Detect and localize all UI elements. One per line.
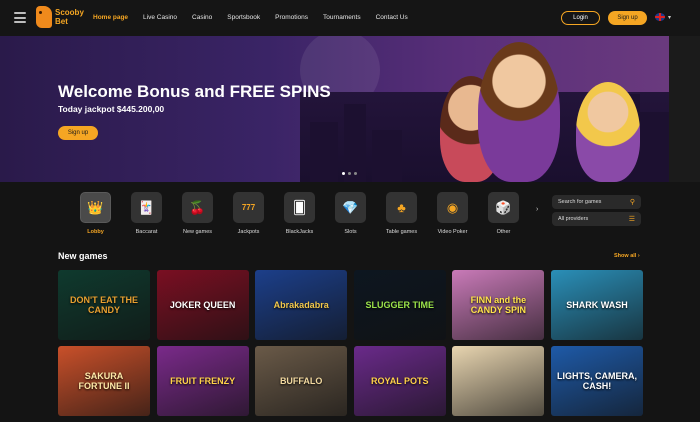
club-icon: ♣: [386, 192, 417, 223]
language-selector[interactable]: ▾: [655, 13, 671, 21]
game-tile[interactable]: SLUGGER TIME: [353, 270, 446, 340]
main-nav: Home page Live Casino Casino Sportsbook …: [93, 14, 423, 21]
game-tile[interactable]: SHARK WASH: [550, 270, 643, 340]
show-all-link[interactable]: Show all ›: [614, 253, 640, 259]
dice-icon: 🎲: [488, 192, 519, 223]
game-title: JOKER QUEEN: [169, 300, 236, 310]
game-tile[interactable]: LIGHTS, CAMERA, CASH!: [550, 346, 643, 416]
section-title: New games: [58, 251, 108, 261]
top-header: Scooby Bet Home page Live Casino Casino …: [0, 0, 700, 36]
games-grid: DON'T EAT THE CANDY JOKER QUEEN Abrakadabr…: [58, 270, 648, 422]
nav-sportsbook[interactable]: Sportsbook: [227, 14, 260, 21]
game-title: SHARK WASH: [566, 300, 628, 310]
game-tile[interactable]: SAKURA FORTUNE II: [58, 346, 150, 416]
providers-select[interactable]: All providers ☰: [552, 212, 641, 226]
game-tile[interactable]: [452, 346, 545, 416]
login-button[interactable]: Login: [561, 11, 600, 25]
hero-jackpot: Today jackpot $445.200,00: [58, 104, 165, 114]
category-jackpots[interactable]: 777 Jackpots: [223, 192, 274, 235]
cherries-icon: 🍒: [182, 192, 213, 223]
game-title: SLUGGER TIME: [365, 300, 435, 310]
logo-text-1: Scooby: [55, 8, 84, 17]
character-man-center: [478, 42, 560, 182]
nav-casino[interactable]: Casino: [192, 14, 212, 21]
slot-777-icon: 777: [233, 192, 264, 223]
crown-icon: 👑: [80, 192, 111, 223]
chip-icon: ◉: [437, 192, 468, 223]
game-title: DON'T EAT THE CANDY: [70, 295, 138, 315]
hero-signup-button[interactable]: Sign up: [58, 126, 98, 140]
category-baccarat[interactable]: 🃏 Baccarat: [121, 192, 172, 235]
chevron-down-icon: ▾: [668, 14, 672, 21]
page-scrollbar[interactable]: [669, 36, 700, 182]
categories-next-arrow[interactable]: ›: [536, 206, 538, 213]
game-tile[interactable]: JOKER QUEEN: [156, 270, 249, 340]
game-tile[interactable]: FINN and the CANDY SPIN: [452, 270, 545, 340]
uk-flag-icon: [655, 13, 665, 21]
game-title: FRUIT FRENZY: [170, 376, 236, 386]
nav-live-casino[interactable]: Live Casino: [143, 14, 177, 21]
game-tile[interactable]: Abrakadabra: [255, 270, 348, 340]
game-title: ROYAL POTS: [371, 376, 429, 386]
nav-promotions[interactable]: Promotions: [275, 14, 308, 21]
game-tile[interactable]: BUFFALO: [255, 346, 348, 416]
menu-icon[interactable]: [14, 12, 26, 23]
category-lobby[interactable]: 👑 Lobby: [70, 192, 121, 235]
nav-home[interactable]: Home page: [93, 14, 128, 21]
game-title: BUFFALO: [279, 376, 323, 386]
nav-tournaments[interactable]: Tournaments: [323, 14, 361, 21]
carousel-dots[interactable]: [342, 172, 360, 175]
category-video-poker[interactable]: ◉ Video Poker: [427, 192, 478, 235]
diamond-icon: 💎: [335, 192, 366, 223]
category-blackjacks[interactable]: 🂠 BlackJacks: [274, 192, 325, 235]
logo-text-2: Bet: [55, 17, 68, 26]
dog-logo-icon: [36, 6, 52, 28]
category-slots[interactable]: 💎 Slots: [325, 192, 376, 235]
game-title: FINN and the CANDY SPIN: [470, 295, 527, 315]
category-other[interactable]: 🎲 Other: [478, 192, 529, 235]
category-table-games[interactable]: ♣ Table games: [376, 192, 427, 235]
search-input[interactable]: Search for games ⚲: [552, 195, 641, 209]
logo[interactable]: Scooby Bet: [36, 6, 84, 28]
game-tile[interactable]: FRUIT FRENZY: [156, 346, 249, 416]
carousel-dot[interactable]: [342, 172, 345, 175]
category-new-games[interactable]: 🍒 New games: [172, 192, 223, 235]
category-bar: 👑 Lobby 🃏 Baccarat 🍒 New games 777 Jackpots …: [70, 192, 529, 235]
search-icon: ⚲: [629, 199, 635, 206]
game-title: LIGHTS, CAMERA, CASH!: [556, 371, 637, 391]
signup-button[interactable]: Sign up: [608, 11, 647, 25]
playing-cards-icon: 🂠: [284, 192, 315, 223]
hero-title: Welcome Bonus and FREE SPINS: [58, 82, 331, 101]
character-woman-right: [576, 82, 640, 182]
hero-banner[interactable]: Welcome Bonus and FREE SPINS Today jackp…: [0, 36, 669, 182]
game-tile[interactable]: ROYAL POTS: [353, 346, 446, 416]
carousel-dot[interactable]: [348, 172, 351, 175]
game-title: SAKURA FORTUNE II: [78, 371, 130, 391]
nav-contact[interactable]: Contact Us: [376, 14, 408, 21]
game-tile[interactable]: DON'T EAT THE CANDY: [58, 270, 150, 340]
filter-icon: ☰: [628, 216, 635, 223]
carousel-dot[interactable]: [354, 172, 357, 175]
cards-icon: 🃏: [131, 192, 162, 223]
game-title: Abrakadabra: [273, 300, 329, 310]
